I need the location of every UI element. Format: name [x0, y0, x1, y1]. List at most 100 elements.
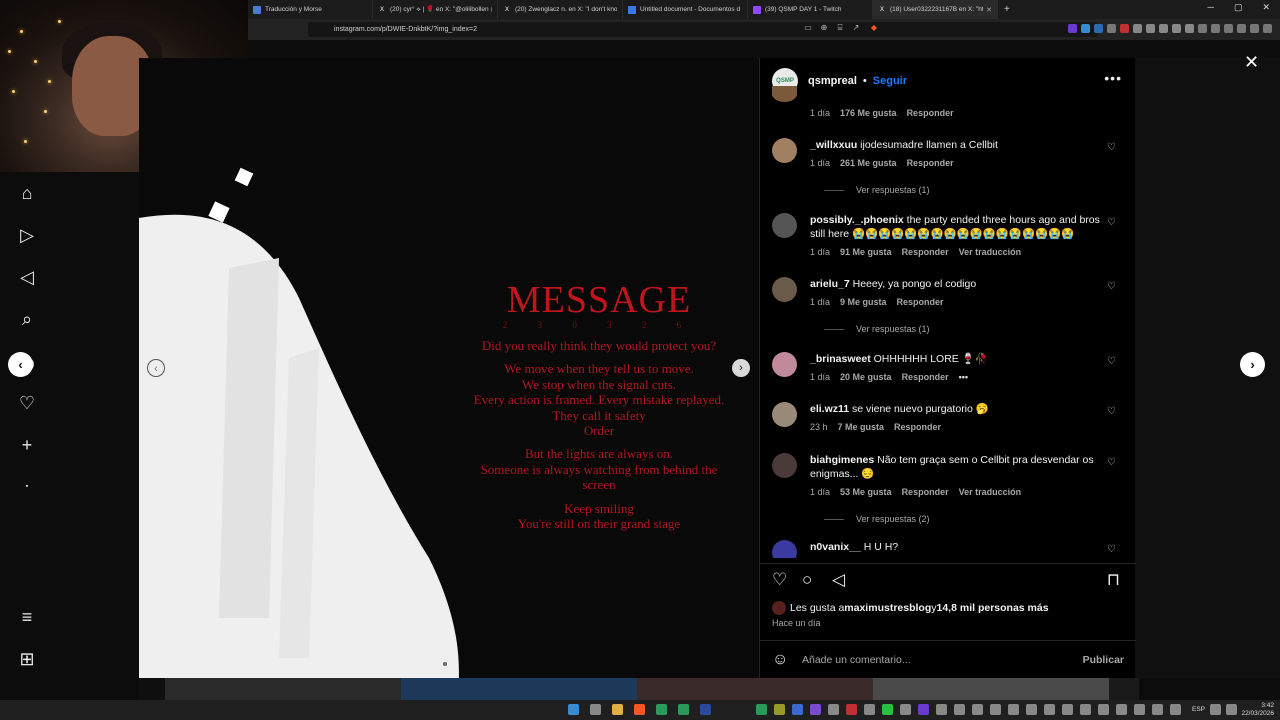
comment-avatar[interactable]: [772, 138, 797, 163]
tray-app-icon[interactable]: [864, 704, 875, 715]
comment-avatar[interactable]: [772, 213, 797, 238]
direct-icon[interactable]: ◁: [16, 266, 38, 288]
tray-app-icon[interactable]: [900, 704, 911, 715]
publish-button[interactable]: Publicar: [1083, 654, 1124, 666]
reply-button[interactable]: Responder: [902, 487, 949, 497]
reply-button[interactable]: Responder: [894, 422, 941, 432]
tray-app-icon[interactable]: [1152, 704, 1163, 715]
menu-icon[interactable]: [1263, 24, 1272, 33]
download-icon[interactable]: [1198, 24, 1207, 33]
extension-icon[interactable]: [1107, 24, 1116, 33]
zoom-icon[interactable]: ⊕: [818, 23, 830, 35]
carousel-prev-icon[interactable]: ‹: [147, 359, 165, 377]
wallet-icon[interactable]: [1237, 24, 1246, 33]
extension-icon[interactable]: [1133, 24, 1142, 33]
create-icon[interactable]: +: [16, 434, 38, 456]
sidebar-icon[interactable]: [1224, 24, 1233, 33]
address-bar[interactable]: instagram.com/p/DWIE-DnkbtK/?img_index=2: [308, 22, 1098, 37]
tray-app-icon[interactable]: [1134, 704, 1145, 715]
reply-button[interactable]: Responder: [897, 297, 944, 307]
follow-button[interactable]: Seguir: [873, 75, 907, 87]
liker-username[interactable]: maximustresblog: [844, 602, 931, 614]
language-indicator[interactable]: ESP: [1192, 706, 1205, 713]
tray-app-icon[interactable]: [1008, 704, 1019, 715]
browser-tab[interactable]: Traducción y Morse: [248, 0, 373, 19]
prev-post-icon[interactable]: ‹: [8, 352, 33, 377]
see-translation-button[interactable]: Ver traducción: [959, 247, 1022, 257]
comment-avatar[interactable]: [772, 352, 797, 377]
tray-app-icon[interactable]: [774, 704, 785, 715]
share-icon[interactable]: ↗: [850, 23, 862, 35]
also-from-meta-icon[interactable]: ⊞: [16, 648, 38, 670]
view-replies-button[interactable]: Ver respuestas (2): [824, 514, 930, 524]
close-icon[interactable]: ✕: [1244, 52, 1259, 73]
photoshop-icon[interactable]: [700, 704, 711, 715]
translate-icon[interactable]: ⌸: [834, 23, 846, 35]
vpn-icon[interactable]: [1250, 24, 1259, 33]
browser-tab-active[interactable]: X(18) User0322231167B en X: "https:/✕: [873, 0, 998, 19]
tray-app-icon[interactable]: [1080, 704, 1091, 715]
minimize-icon[interactable]: ─: [1208, 2, 1214, 13]
tray-app-icon[interactable]: [810, 704, 821, 715]
comment-username[interactable]: possibly._.phoenix: [810, 214, 904, 226]
comment-username[interactable]: _willxxuu: [810, 139, 857, 151]
comment-options-icon[interactable]: •••: [959, 372, 968, 382]
extension-icon[interactable]: [1185, 24, 1194, 33]
tray-app-icon[interactable]: [828, 704, 839, 715]
close-tab-icon[interactable]: ✕: [986, 6, 992, 14]
like-comment-icon[interactable]: ♡: [1107, 406, 1116, 417]
comment-username[interactable]: arielu_7: [810, 278, 850, 290]
comment-avatar[interactable]: [772, 277, 797, 302]
more-menu-icon[interactable]: ≡: [16, 606, 38, 628]
reply-button[interactable]: Responder: [902, 372, 949, 382]
emoji-icon[interactable]: ☺: [772, 651, 788, 669]
tray-app-icon[interactable]: [846, 704, 857, 715]
tray-app-icon[interactable]: [792, 704, 803, 715]
save-icon[interactable]: ⊓: [1107, 570, 1120, 590]
file-explorer-icon[interactable]: [612, 704, 623, 715]
like-icon[interactable]: ♡: [772, 570, 787, 590]
tray-app-icon[interactable]: [756, 704, 767, 715]
comment-input[interactable]: [802, 651, 1062, 669]
carousel-next-icon[interactable]: ›: [732, 359, 750, 377]
like-comment-icon[interactable]: ♡: [1107, 457, 1116, 468]
reply-button[interactable]: Responder: [902, 247, 949, 257]
comment-username[interactable]: _brinasweet: [810, 353, 871, 365]
more-options-icon[interactable]: •••: [1104, 70, 1122, 86]
reels-icon[interactable]: ▷: [16, 224, 38, 246]
tray-app-icon[interactable]: [918, 704, 929, 715]
browser-tab[interactable]: Untitled document - Documentos d: [623, 0, 748, 19]
tray-app-icon[interactable]: [1170, 704, 1181, 715]
comment-username[interactable]: n0vanix__: [810, 541, 861, 553]
new-tab-icon[interactable]: +: [1004, 4, 1010, 15]
next-post-icon[interactable]: ›: [1240, 352, 1265, 377]
cast-icon[interactable]: ▭: [802, 23, 814, 35]
like-comment-icon[interactable]: ♡: [1107, 142, 1116, 153]
extension-icon[interactable]: [1081, 24, 1090, 33]
brave-shield-icon[interactable]: ◆: [868, 23, 880, 35]
tray-app-icon[interactable]: [972, 704, 983, 715]
see-translation-button[interactable]: Ver traducción: [959, 487, 1022, 497]
notifications-icon[interactable]: ♡: [16, 392, 38, 414]
extension-icon[interactable]: [1159, 24, 1168, 33]
extension-icon[interactable]: [1068, 24, 1077, 33]
extension-icon[interactable]: [1094, 24, 1103, 33]
author-username[interactable]: qsmpreal: [808, 75, 857, 87]
browser-tab[interactable]: X (20) cyr° ⟡ | 🌹 en X: "@olilibollen @: [373, 0, 498, 19]
app-icon[interactable]: [678, 704, 689, 715]
tray-app-icon[interactable]: [1044, 704, 1055, 715]
network-icon[interactable]: [1210, 704, 1221, 715]
comment-username[interactable]: biahgimenes: [810, 454, 874, 466]
close-window-icon[interactable]: ✕: [1262, 2, 1270, 13]
reply-button[interactable]: Responder: [907, 158, 954, 168]
comment-avatar[interactable]: [772, 540, 797, 558]
tray-app-icon[interactable]: [990, 704, 1001, 715]
search-icon[interactable]: ⌕: [16, 308, 38, 330]
maximize-icon[interactable]: ▢: [1234, 2, 1243, 13]
likes-count[interactable]: 14,8 mil personas más: [937, 602, 1049, 614]
like-comment-icon[interactable]: ♡: [1107, 544, 1116, 555]
start-icon[interactable]: [568, 704, 579, 715]
like-comment-icon[interactable]: ♡: [1107, 356, 1116, 367]
extension-icon[interactable]: [1120, 24, 1129, 33]
extension-icon[interactable]: [1172, 24, 1181, 33]
